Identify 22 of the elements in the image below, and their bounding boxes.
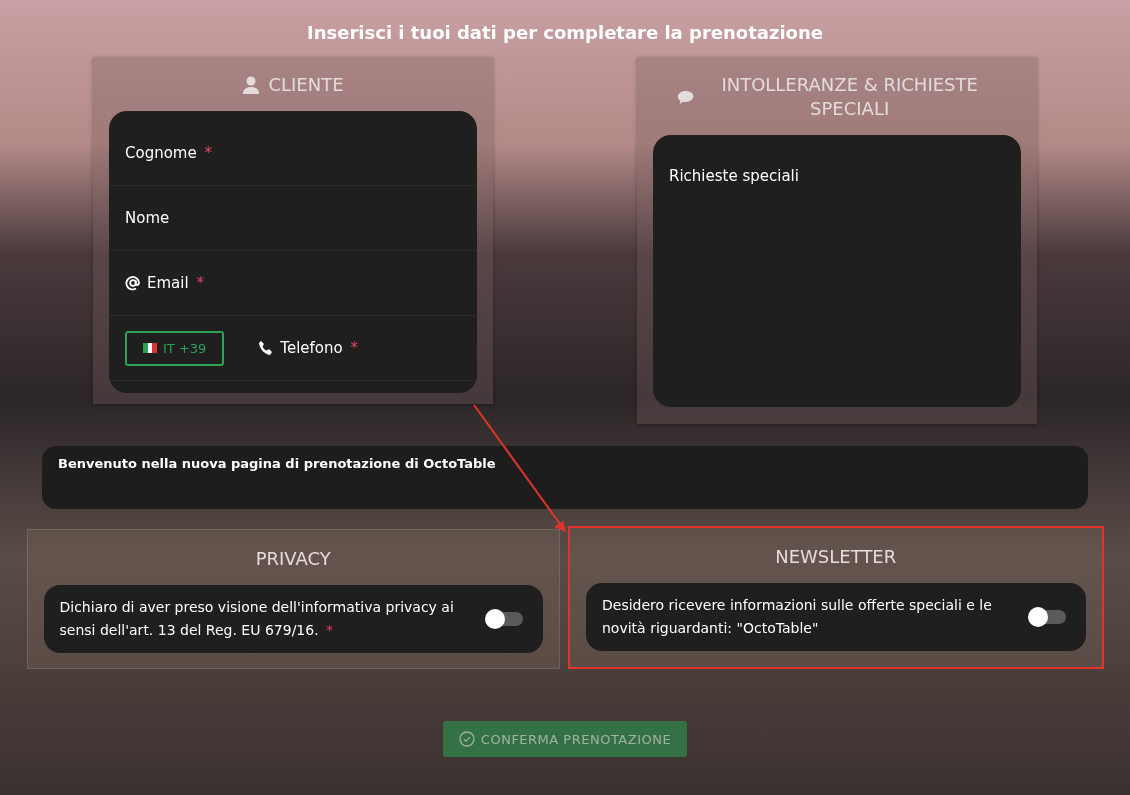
consent-text: Desidero ricevere informazioni sulle offerte speciali e le novità riguardanti: "OctoTable": [602, 596, 993, 638]
input-field[interactable]: Cognome *: [125, 144, 212, 162]
country-code-button[interactable]: IT +39: [125, 330, 225, 366]
person-icon: [242, 76, 261, 94]
panel-heading: NEWSLETTER: [775, 546, 897, 567]
phone-icon: [258, 340, 275, 356]
panel-heading: PRIVACY: [255, 548, 331, 569]
special-requests-field[interactable]: Richieste speciali: [653, 135, 1021, 407]
panel-heading: CLIENTE: [268, 73, 344, 97]
toggle-switch[interactable]: [487, 612, 523, 626]
speech-bubble-icon: [677, 88, 695, 106]
toggle-switch[interactable]: [1029, 610, 1066, 624]
page-title: Inserisci i tuoi dati per completare la prenotazione: [307, 22, 823, 43]
check-circle-icon: [458, 731, 475, 747]
at-icon: [125, 275, 141, 291]
welcome-message: Benvenuto nella nuova pagina di prenotazione di OctoTable: [42, 446, 1088, 509]
input-field[interactable]: Telefono *: [258, 339, 358, 357]
consent-text: Dichiaro di aver preso visione dell'informativa privacy ai sensi dell'art. 13 del Reg. EU 679/16. *: [59, 598, 455, 640]
flag-icon: [143, 343, 157, 353]
panel-heading: INTOLLERANZE & RICHIESTE SPECIALI: [720, 73, 979, 121]
input-field[interactable]: Email *: [125, 274, 204, 292]
input-field[interactable]: Nome: [125, 209, 170, 227]
